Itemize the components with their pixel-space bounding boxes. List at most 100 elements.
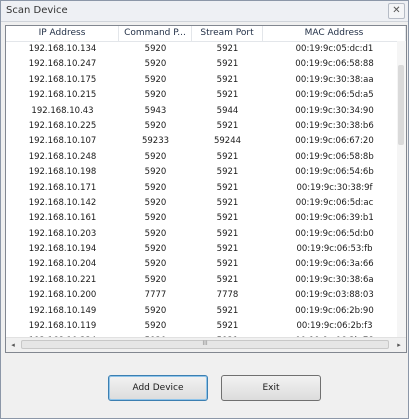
table-row[interactable]: 192.168.10.221 5920 5921 00:19:9c:30:38:6a	[6, 273, 396, 288]
ip-address-cell: 192.168.10.142	[28, 197, 97, 208]
command-port-cell: 5920	[144, 228, 167, 239]
stream-port-cell: 59244	[213, 136, 242, 147]
table-row[interactable]: 192.168.10.161 5920 5921 00:19:9c:06:39:b1	[6, 211, 396, 226]
table-row[interactable]: 192.168.10.107 59233 59244 00:19:9c:06:67:2…	[6, 134, 396, 149]
mac-address-cell: 00:19:9c:06:53:fb	[296, 244, 373, 255]
ip-address-cell: 192.168.10.225	[28, 120, 97, 131]
stream-port-cell: 5921	[216, 259, 239, 270]
horizontal-scroll-thumb[interactable]: III	[21, 340, 389, 349]
table-row[interactable]: 192.168.10.134 5920 5921 00:19:9c:05:dc:d1	[6, 42, 396, 57]
table-row[interactable]: 192.168.10.248 5920 5921 00:19:9c:06:58:8b	[6, 150, 396, 165]
table-row[interactable]: 192.168.10.43 5943 5944 00:19:9c:30:34:90	[6, 104, 396, 119]
column-header-stream-port[interactable]: Stream Port	[192, 26, 263, 41]
table-row[interactable]: 192.168.10.200 7777 7778 00:19:9c:03:88:03	[6, 288, 396, 303]
table-row[interactable]: 192.168.10.204 5920 5921 00:19:9c:06:3a:66	[6, 257, 396, 272]
mac-address-cell: 00:19:9c:30:34:90	[295, 105, 374, 116]
ip-address-cell: 192.168.10.171	[28, 182, 97, 193]
mac-address-cell: 00:19:9c:06:3a:66	[295, 259, 374, 270]
stream-port-cell: 5921	[216, 197, 239, 208]
table-row[interactable]: 192.168.10.175 5920 5921 00:19:9c:30:38:aa	[6, 73, 396, 88]
command-port-cell: 5920	[144, 59, 167, 70]
stream-port-cell: 5921	[216, 228, 239, 239]
column-header-ip-address[interactable]: IP Address	[6, 26, 119, 41]
ip-address-cell: 192.168.10.43	[31, 105, 94, 116]
command-port-cell: 5920	[144, 167, 167, 178]
close-icon[interactable]: ✕	[388, 3, 405, 19]
stream-port-cell: 5921	[216, 321, 239, 332]
stream-port-cell: 5921	[216, 59, 239, 70]
command-port-cell: 5920	[144, 120, 167, 131]
stream-port-cell: 5921	[216, 151, 239, 162]
device-list[interactable]: IP Address Command P... Stream Port MAC …	[5, 25, 407, 353]
stream-port-cell: 5921	[216, 120, 239, 131]
command-port-cell: 5920	[144, 74, 167, 85]
ip-address-cell: 192.168.10.194	[28, 244, 97, 255]
mac-address-cell: 00:19:9c:06:54:6b	[295, 167, 374, 178]
stream-port-cell: 5921	[216, 182, 239, 193]
command-port-cell: 5920	[144, 244, 167, 255]
stream-port-cell: 5921	[216, 213, 239, 224]
stream-port-cell: 5921	[216, 74, 239, 85]
mac-address-cell: 00:19:9c:06:5d:a5	[295, 90, 374, 101]
mac-address-cell: 00:19:9c:06:67:20	[295, 136, 374, 147]
mac-address-cell: 00:19:9c:06:58:88	[295, 59, 374, 70]
mac-address-cell: 00:19:9c:06:5d:b0	[295, 228, 374, 239]
stream-port-cell: 7778	[216, 290, 239, 301]
ip-address-cell: 192.168.10.203	[28, 228, 97, 239]
table-row[interactable]: 192.168.10.198 5920 5921 00:19:9c:06:54:6b	[6, 165, 396, 180]
command-port-cell: 5920	[144, 274, 167, 285]
add-device-button[interactable]: Add Device	[108, 375, 208, 401]
table-row[interactable]: 192.168.10.142 5920 5921 00:19:9c:06:5d:ac	[6, 196, 396, 211]
ip-address-cell: 192.168.10.119	[28, 321, 97, 332]
mac-address-cell: 00:19:9c:06:2b:90	[295, 305, 374, 316]
vertical-scroll-thumb[interactable]	[398, 65, 404, 145]
stream-port-cell: 5921	[216, 305, 239, 316]
command-port-cell: 7777	[144, 290, 167, 301]
list-header: IP Address Command P... Stream Port MAC …	[6, 26, 406, 42]
command-port-cell: 5920	[144, 90, 167, 101]
ip-address-cell: 192.168.10.204	[28, 259, 97, 270]
ip-address-cell: 192.168.10.247	[28, 59, 97, 70]
mac-address-cell: 00:19:9c:06:39:b1	[295, 213, 374, 224]
command-port-cell: 5920	[144, 305, 167, 316]
column-header-mac-address[interactable]: MAC Address	[263, 26, 406, 41]
command-port-cell: 5920	[144, 197, 167, 208]
mac-address-cell: 00:19:9c:30:38:b6	[295, 120, 374, 131]
exit-button[interactable]: Exit	[221, 375, 321, 401]
table-row[interactable]: 192.168.10.225 5920 5921 00:19:9c:30:38:b6	[6, 119, 396, 134]
table-row[interactable]: 192.168.10.119 5920 5921 00:19:9c:06:2b:f3	[6, 319, 396, 334]
command-port-cell: 5920	[144, 321, 167, 332]
ip-address-cell: 192.168.10.221	[28, 274, 97, 285]
ip-address-cell: 192.168.10.161	[28, 213, 97, 224]
ip-address-cell: 192.168.10.107	[28, 136, 97, 147]
stream-port-cell: 5921	[216, 244, 239, 255]
ip-address-cell: 192.168.10.200	[28, 290, 97, 301]
device-rows: 192.168.10.134 5920 5921 00:19:9c:05:dc:d1 1…	[6, 42, 396, 350]
table-row[interactable]: 192.168.10.149 5920 5921 00:19:9c:06:2b:90	[6, 304, 396, 319]
ip-address-cell: 192.168.10.198	[28, 167, 97, 178]
command-port-cell: 5920	[144, 182, 167, 193]
command-port-cell: 5920	[144, 151, 167, 162]
command-port-cell: 59233	[141, 136, 170, 147]
column-header-command-port[interactable]: Command P...	[119, 26, 192, 41]
horizontal-scrollbar[interactable]: ◂ III ▸	[6, 337, 406, 352]
scroll-left-icon[interactable]: ◂	[6, 338, 20, 352]
vertical-scrollbar[interactable]	[397, 41, 406, 337]
mac-address-cell: 00:19:9c:06:58:8b	[295, 151, 374, 162]
ip-address-cell: 192.168.10.215	[28, 90, 97, 101]
mac-address-cell: 00:19:9c:06:5d:ac	[295, 197, 374, 208]
scroll-right-icon[interactable]: ▸	[392, 338, 406, 352]
title-bar: Scan Device ✕	[1, 1, 408, 22]
mac-address-cell: 00:19:9c:03:88:03	[295, 290, 374, 301]
table-row[interactable]: 192.168.10.171 5920 5921 00:19:9c:30:38:9f	[6, 181, 396, 196]
table-row[interactable]: 192.168.10.194 5920 5921 00:19:9c:06:53:fb	[6, 242, 396, 257]
command-port-cell: 5920	[144, 213, 167, 224]
stream-port-cell: 5921	[216, 44, 239, 54]
table-row[interactable]: 192.168.10.247 5920 5921 00:19:9c:06:58:88	[6, 57, 396, 72]
mac-address-cell: 00:19:9c:06:2b:f3	[296, 321, 373, 332]
table-row[interactable]: 192.168.10.215 5920 5921 00:19:9c:06:5d:a5	[6, 88, 396, 103]
table-row[interactable]: 192.168.10.203 5920 5921 00:19:9c:06:5d:b0	[6, 227, 396, 242]
stream-port-cell: 5944	[216, 105, 239, 116]
dialog-title: Scan Device	[6, 5, 68, 16]
mac-address-cell: 00:19:9c:30:38:9f	[296, 182, 373, 193]
